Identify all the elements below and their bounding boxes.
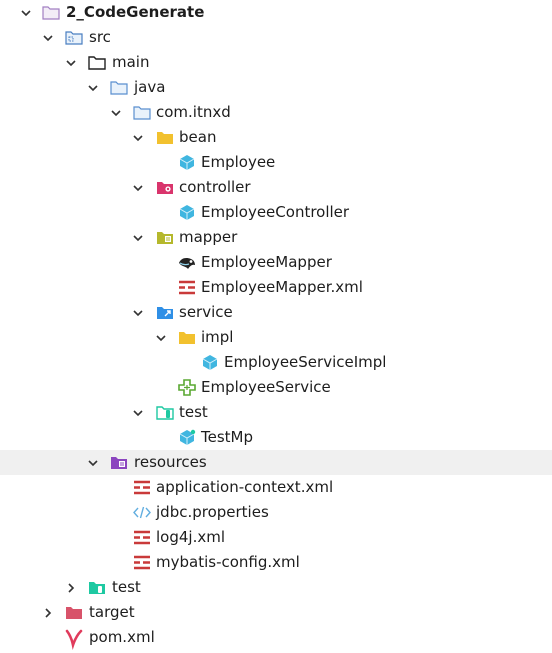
tree-node-bean[interactable]: bean <box>0 125 552 150</box>
java-test-class-icon <box>178 429 196 446</box>
chevron-down-icon[interactable] <box>153 325 169 350</box>
java-class-icon <box>178 204 196 221</box>
tree-node-label: EmployeeController <box>201 203 350 221</box>
service-folder-icon <box>156 304 174 321</box>
properties-file-icon <box>133 504 151 521</box>
tree-node-target[interactable]: target <box>0 600 552 625</box>
yellow-folder-icon <box>156 129 174 146</box>
source-root-folder-icon <box>110 79 128 96</box>
test-root-folder-icon <box>88 579 106 596</box>
resources-folder-icon <box>110 454 128 471</box>
tree-node-label: pom.xml <box>89 628 155 646</box>
tree-node-label: Employee <box>201 153 276 171</box>
tree-node-controller[interactable]: controller <box>0 175 552 200</box>
tree-node-label: TestMp <box>201 428 254 446</box>
tree-node-resources[interactable]: resources <box>0 450 552 475</box>
tree-node-label: EmployeeMapper <box>201 253 332 271</box>
tree-node-employee-service[interactable]: EmployeeService <box>0 375 552 400</box>
chevron-down-icon[interactable] <box>40 25 56 50</box>
test-package-folder-icon <box>156 404 174 421</box>
tree-node-label: test <box>179 403 208 421</box>
tree-node-package[interactable]: com.itnxd <box>0 100 552 125</box>
chevron-down-icon[interactable] <box>130 175 146 200</box>
project-tree: 2_CodeGenerate src main java com.itnxd b… <box>0 0 552 653</box>
tree-node-label: service <box>179 303 233 321</box>
chevron-down-icon[interactable] <box>85 75 101 100</box>
chevron-right-icon[interactable] <box>40 600 56 625</box>
xml-file-icon <box>133 529 151 546</box>
tree-node-test-mp[interactable]: TestMp <box>0 425 552 450</box>
controller-folder-icon <box>156 179 174 196</box>
tree-node-label: mapper <box>179 228 238 246</box>
tree-node-mybatis-config[interactable]: mybatis-config.xml <box>0 550 552 575</box>
folder-outline-icon <box>42 4 60 21</box>
excluded-folder-icon <box>65 604 83 621</box>
tree-node-label: bean <box>179 128 217 146</box>
tree-node-label: src <box>89 28 111 46</box>
tree-node-label: controller <box>179 178 251 196</box>
tree-node-label: java <box>134 78 166 96</box>
source-folder-icon <box>65 29 83 46</box>
chevron-down-icon[interactable] <box>18 0 34 25</box>
xml-file-icon <box>133 554 151 571</box>
tree-node-employee[interactable]: Employee <box>0 150 552 175</box>
mapper-folder-icon <box>156 229 174 246</box>
chevron-down-icon[interactable] <box>85 450 101 475</box>
tree-node-label: EmployeeServiceImpl <box>224 353 387 371</box>
tree-node-employee-service-impl[interactable]: EmployeeServiceImpl <box>0 350 552 375</box>
tree-node-label: EmployeeMapper.xml <box>201 278 363 296</box>
java-class-icon <box>178 154 196 171</box>
tree-node-label: test <box>112 578 141 596</box>
chevron-down-icon[interactable] <box>130 400 146 425</box>
tree-node-label: EmployeeService <box>201 378 331 396</box>
tree-node-label: com.itnxd <box>156 103 231 121</box>
tree-node-log4j[interactable]: log4j.xml <box>0 525 552 550</box>
tree-node-src[interactable]: src <box>0 25 552 50</box>
tree-node-employee-mapper-xml[interactable]: EmployeeMapper.xml <box>0 275 552 300</box>
chevron-right-icon[interactable] <box>63 575 79 600</box>
tree-node-label: log4j.xml <box>156 528 226 546</box>
chevron-down-icon[interactable] <box>108 100 124 125</box>
chevron-down-icon[interactable] <box>130 300 146 325</box>
tree-node-label: mybatis-config.xml <box>156 553 300 571</box>
tree-node-main[interactable]: main <box>0 50 552 75</box>
tree-node-project[interactable]: 2_CodeGenerate <box>0 0 552 25</box>
tree-node-label: target <box>89 603 135 621</box>
tree-node-mapper[interactable]: mapper <box>0 225 552 250</box>
yellow-folder-icon <box>178 329 196 346</box>
folder-icon <box>88 54 106 71</box>
tree-node-test-dir[interactable]: test <box>0 575 552 600</box>
tree-node-application-context[interactable]: application-context.xml <box>0 475 552 500</box>
tree-node-label: application-context.xml <box>156 478 334 496</box>
tree-node-label: 2_CodeGenerate <box>66 3 205 21</box>
java-class-icon <box>201 354 219 371</box>
tree-node-employee-controller[interactable]: EmployeeController <box>0 200 552 225</box>
tree-node-impl[interactable]: impl <box>0 325 552 350</box>
tree-node-label: jdbc.properties <box>156 503 269 521</box>
tree-node-java[interactable]: java <box>0 75 552 100</box>
chevron-down-icon[interactable] <box>130 125 146 150</box>
tree-node-label: resources <box>134 453 207 471</box>
xml-file-icon <box>178 279 196 296</box>
tree-node-test-package[interactable]: test <box>0 400 552 425</box>
maven-icon <box>65 629 83 651</box>
chevron-down-icon[interactable] <box>130 225 146 250</box>
xml-file-icon <box>133 479 151 496</box>
tree-node-service[interactable]: service <box>0 300 552 325</box>
tree-node-employee-mapper[interactable]: EmployeeMapper <box>0 250 552 275</box>
tree-node-pom[interactable]: pom.xml <box>0 625 552 651</box>
java-interface-icon <box>178 379 196 396</box>
chevron-down-icon[interactable] <box>63 50 79 75</box>
package-folder-icon <box>133 104 151 121</box>
tree-node-label: impl <box>201 328 234 346</box>
tree-node-label: main <box>112 53 150 71</box>
mybatis-mapper-icon <box>178 254 196 271</box>
tree-node-jdbc-properties[interactable]: jdbc.properties <box>0 500 552 525</box>
